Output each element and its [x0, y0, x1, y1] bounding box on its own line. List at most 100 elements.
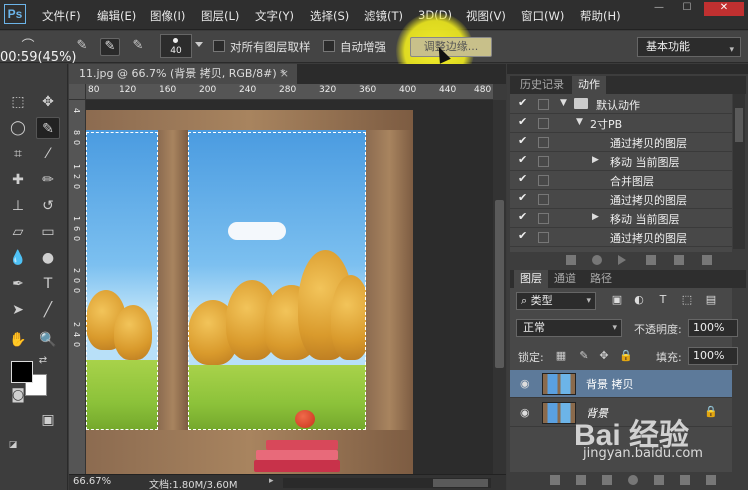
eye-icon[interactable]: ◉	[520, 406, 530, 419]
record-icon[interactable]	[592, 255, 602, 265]
dialog-toggle[interactable]	[538, 232, 549, 243]
menu-filter[interactable]: 滤镜(T)	[364, 8, 403, 24]
check-icon[interactable]: ✔	[518, 191, 527, 204]
group-folder-icon[interactable]	[654, 475, 664, 485]
marquee-tool[interactable]: ⬚	[6, 91, 30, 113]
eyedropper-tool[interactable]: ⁄	[36, 143, 60, 165]
type-tool[interactable]: T	[36, 273, 60, 295]
actions-scrollbar[interactable]	[733, 94, 745, 249]
filter-smart-object-icon[interactable]: ▤	[704, 293, 718, 307]
fill-field[interactable]: 100%	[688, 347, 738, 365]
expand-closed-icon[interactable]: ▶	[592, 212, 599, 222]
ruler-origin[interactable]	[69, 84, 86, 100]
lock-position-icon[interactable]: ✥	[598, 350, 610, 362]
lock-image-icon[interactable]: ✎	[578, 350, 590, 362]
menu-edit[interactable]: 编辑(E)	[97, 8, 136, 24]
dialog-toggle[interactable]	[538, 137, 549, 148]
trash-icon[interactable]	[702, 255, 712, 265]
menu-select[interactable]: 选择(S)	[310, 8, 349, 24]
menu-window[interactable]: 窗口(W)	[521, 8, 564, 24]
action-row[interactable]: ✔ 通过拷贝的图层	[510, 190, 732, 209]
screen-mode-button[interactable]: ▣	[36, 409, 60, 431]
menu-type[interactable]: 文字(Y)	[255, 8, 294, 24]
foreground-color-swatch[interactable]	[11, 361, 33, 383]
check-icon[interactable]: ✔	[518, 172, 527, 185]
mask-icon[interactable]	[602, 475, 612, 485]
eraser-tool[interactable]: ▱	[6, 221, 30, 243]
maximize-icon[interactable]: ☐	[674, 2, 700, 16]
dialog-toggle[interactable]	[538, 118, 549, 129]
status-menu-icon[interactable]: ▸	[269, 476, 274, 486]
expand-open-icon[interactable]: ▼	[576, 117, 583, 127]
check-icon[interactable]: ✔	[518, 229, 527, 242]
check-icon[interactable]: ✔	[518, 153, 527, 166]
panel-collapse-bar[interactable]	[507, 64, 748, 74]
new-action-icon[interactable]	[674, 255, 684, 265]
tab-layers[interactable]: 图层	[514, 270, 548, 288]
default-colors-button[interactable]: ◪	[6, 438, 20, 452]
action-row[interactable]: ✔ ▶ 移动 当前图层	[510, 209, 732, 228]
quick-selection-tool[interactable]: ✎	[36, 117, 60, 139]
clone-stamp-tool[interactable]: ⊥	[6, 195, 30, 217]
filter-type-icon[interactable]: T	[656, 293, 670, 307]
opacity-field[interactable]: 100%	[688, 319, 738, 337]
path-selection-tool[interactable]: ➤	[6, 299, 30, 321]
filter-pixel-icon[interactable]: ▣	[610, 293, 624, 307]
new-set-folder-icon[interactable]	[646, 255, 656, 265]
lock-all-icon[interactable]: 🔒	[619, 350, 633, 362]
check-icon[interactable]: ✔	[518, 134, 527, 147]
tab-channels[interactable]: 通道	[548, 270, 582, 288]
close-icon[interactable]: ×	[280, 64, 289, 84]
menu-image[interactable]: 图像(I)	[150, 8, 185, 24]
swap-colors-button[interactable]: ⇄	[34, 354, 52, 368]
new-layer-icon[interactable]	[680, 475, 690, 485]
trash-icon[interactable]	[706, 475, 716, 485]
document-tab[interactable]: 11.jpg @ 66.7% (背景 拷贝, RGB/8#) * ×	[69, 64, 297, 84]
zoom-level[interactable]: 66.67%	[73, 476, 111, 487]
hand-tool[interactable]: ✋	[6, 329, 30, 351]
menu-help[interactable]: 帮助(H)	[580, 8, 621, 24]
link-icon[interactable]	[550, 475, 560, 485]
check-icon[interactable]: ✔	[518, 210, 527, 223]
tab-history[interactable]: 历史记录	[514, 76, 570, 94]
scroll-thumb[interactable]	[433, 479, 488, 487]
pen-tool[interactable]: ✒	[6, 273, 30, 295]
menu-file[interactable]: 文件(F)	[42, 8, 81, 24]
dialog-toggle[interactable]	[538, 194, 549, 205]
minimize-icon[interactable]: —	[646, 2, 672, 16]
dodge-tool[interactable]: ●	[36, 247, 60, 269]
tab-paths[interactable]: 路径	[584, 270, 618, 288]
menu-layer[interactable]: 图层(L)	[201, 8, 239, 24]
layer-name[interactable]: 背景 拷贝	[586, 376, 634, 392]
filter-shape-icon[interactable]: ⬚	[680, 293, 694, 307]
action-row[interactable]: ✔ ▼ 默认动作	[510, 95, 732, 114]
filter-adjustment-icon[interactable]: ◐	[632, 293, 646, 307]
refine-edge-button[interactable]: 调整边缘...	[410, 37, 492, 57]
subtract-selection-brush-icon[interactable]: ✎	[128, 38, 148, 56]
canvas-horizontal-scrollbar[interactable]	[283, 478, 491, 488]
chevron-down-icon[interactable]	[195, 42, 203, 47]
action-row[interactable]: ✔ ▶ 移动 当前图层	[510, 152, 732, 171]
blend-mode-select[interactable]: 正常 ▾	[516, 319, 622, 337]
zoom-tool[interactable]: 🔍	[36, 329, 60, 351]
scroll-thumb[interactable]	[495, 200, 504, 368]
dialog-toggle[interactable]	[538, 213, 549, 224]
fx-icon[interactable]	[576, 475, 586, 485]
history-brush-tool[interactable]: ↺	[36, 195, 60, 217]
action-row[interactable]: ✔ ▼ 2寸PB	[510, 114, 732, 133]
stop-icon[interactable]	[566, 255, 576, 265]
add-to-selection-brush-icon[interactable]: ✎	[100, 38, 120, 56]
scroll-thumb[interactable]	[735, 108, 743, 142]
sample-all-layers-checkbox[interactable]	[213, 40, 225, 52]
action-row[interactable]: ✔ 通过拷贝的图层	[510, 228, 732, 247]
brush-size-picker[interactable]: 40	[160, 34, 192, 58]
check-icon[interactable]: ✔	[518, 115, 527, 128]
expand-open-icon[interactable]: ▼	[560, 98, 567, 108]
lasso-tool[interactable]: ◯	[6, 117, 30, 139]
workspace-select[interactable]: 基本功能 ▾	[637, 37, 741, 57]
eye-icon[interactable]: ◉	[520, 377, 530, 390]
adjustment-layer-icon[interactable]	[628, 475, 638, 485]
layer-filter-select[interactable]: ⌕ 类型 ▾	[516, 292, 596, 310]
healing-brush-tool[interactable]: ✚	[6, 169, 30, 191]
menu-view[interactable]: 视图(V)	[466, 8, 506, 24]
